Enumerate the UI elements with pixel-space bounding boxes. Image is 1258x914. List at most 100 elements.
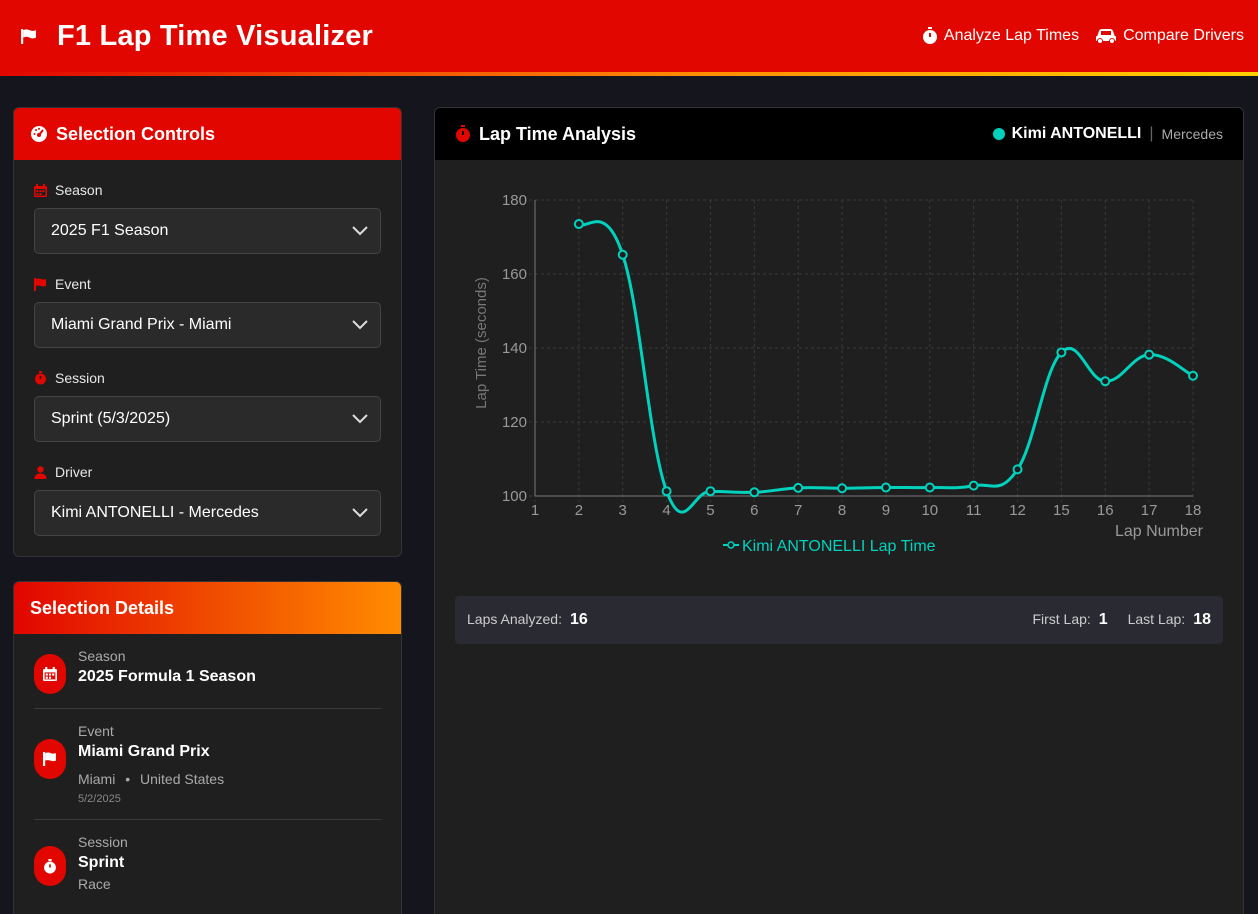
top-nav: Analyze Lap Times Compare Drivers [906,27,1244,45]
event-select[interactable]: Miami Grand Prix - Miami [34,302,381,348]
stopwatch-icon [34,846,66,886]
season-label: Season [55,182,103,198]
lap-time-point [1056,347,1067,358]
detail-event-label: Event [78,723,114,739]
x-tick-label: 2 [575,502,583,519]
season-select-value: 2025 F1 Season [51,222,169,239]
driver-select[interactable]: Kimi ANTONELLI - Mercedes [34,490,381,536]
header-accent-stripe [0,72,1258,76]
detail-event-date: 5/2/2025 [78,793,121,805]
session-label-row: Session [34,368,381,388]
x-tick-label: 5 [706,502,714,519]
driver-separator: | [1149,125,1154,142]
driver-field: Driver Kimi ANTONELLI - Mercedes [14,462,401,536]
x-tick-label: 3 [619,502,627,519]
x-tick-label: 18 [1185,502,1202,519]
x-tick-label: 8 [838,502,846,519]
lap-time-point [617,249,628,260]
x-tick-label: 9 [882,502,890,519]
x-tick-label: 7 [794,502,802,519]
lap-range: First Lap: 1 Last Lap: 18 [1016,611,1211,629]
y-tick-label: 120 [502,414,527,431]
brand: F1 Lap Time Visualizer [20,20,373,53]
stopwatch-icon [35,371,46,385]
driver-label-row: Driver [34,462,381,482]
lap-time-analysis-panel: Lap Time Analysis Kimi ANTONELLI | Merce… [434,107,1244,914]
chart-panel-header: Lap Time Analysis Kimi ANTONELLI | Merce… [435,108,1243,160]
session-field: Session Sprint (5/3/2025) [14,368,401,442]
chart-title-group: Lap Time Analysis [455,124,636,145]
last-lap-value: 18 [1193,611,1211,628]
detail-event: Event Miami Grand Prix Miami • United St… [14,709,401,805]
chevron-down-icon [352,508,368,518]
x-tick-label: 1 [531,502,539,519]
driver-select-value: Kimi ANTONELLI - Mercedes [51,504,259,521]
laps-analyzed-label: Laps Analyzed: [467,611,562,627]
nav-compare-label: Compare Drivers [1123,27,1244,44]
chevron-down-icon [352,320,368,330]
lap-time-point [573,219,584,230]
driver-color-dot [992,128,1005,140]
legend-point-swatch [727,541,735,549]
season-field: Season 2025 F1 Season [14,180,401,254]
lap-time-point [1012,464,1023,475]
lap-time-point [924,482,935,493]
session-select-value: Sprint (5/3/2025) [51,410,171,427]
selection-details-panel: Selection Details Season 2025 Formula 1 … [13,581,402,914]
x-tick-label: 15 [1053,502,1070,519]
car-icon [1096,29,1117,44]
app-title: F1 Lap Time Visualizer [57,19,374,52]
driver-name: Kimi ANTONELLI [1011,125,1142,142]
calendar-icon [34,183,47,197]
lap-time-point [661,486,672,497]
chart-panel-title: Lap Time Analysis [479,123,637,144]
x-tick-label: 10 [921,502,938,519]
flag-icon [34,277,46,291]
x-tick-label: 11 [966,502,982,519]
dashboard-gauge-icon [31,126,47,142]
detail-event-value: Miami Grand Prix [78,743,210,760]
lap-time-series-line [578,220,1194,514]
chevron-down-icon [352,414,368,424]
x-tick-label: 17 [1141,502,1158,519]
x-tick-label: 6 [750,502,758,519]
selection-controls-title: Selection Controls [56,123,216,144]
chevron-down-icon [352,226,368,236]
nav-analyze-lap-times[interactable]: Analyze Lap Times [922,27,1079,45]
flag-icon [21,28,36,44]
nav-compare-drivers[interactable]: Compare Drivers [1095,27,1244,45]
app-header: F1 Lap Time Visualizer Analyze Lap Times… [0,0,1258,72]
lap-time-point [1100,376,1111,387]
season-select[interactable]: 2025 F1 Season [34,208,381,254]
detail-event-city: Miami [78,771,116,787]
nav-analyze-label: Analyze Lap Times [943,27,1080,44]
driver-label: Driver [55,464,93,480]
y-tick-label: 180 [502,192,527,209]
last-lap: Last Lap: 18 [1127,611,1211,628]
session-label: Session [55,370,105,386]
detail-session-value: Sprint [78,854,125,871]
detail-session-label: Session [78,834,128,850]
selection-controls-header: Selection Controls [14,108,401,160]
lap-time-point [749,487,760,498]
selection-controls-panel: Selection Controls Season 2025 F1 Season… [13,107,402,557]
last-lap-label: Last Lap: [1127,611,1186,627]
laps-analyzed: Laps Analyzed: 16 [467,611,588,629]
lap-time-point [1144,349,1155,360]
x-tick-label: 16 [1097,502,1114,519]
driver-tag: Kimi ANTONELLI | Mercedes [992,125,1223,143]
first-lap: First Lap: 1 [1032,611,1107,628]
first-lap-label: First Lap: [1032,611,1091,627]
y-tick-label: 160 [502,266,527,283]
lap-time-chart: 1 2 3 4 5 6 7 8 9 10 11 12 15 16 17 18100120140160180La… [473,192,1204,555]
lap-stats-bar: Laps Analyzed: 16 First Lap: 1 Last Lap: 18 [455,596,1223,644]
event-label: Event [55,276,91,292]
session-select[interactable]: Sprint (5/3/2025) [34,396,381,442]
detail-season-label: Season [78,648,126,664]
event-field: Event Miami Grand Prix - Miami [14,274,401,348]
x-tick-label: 4 [662,502,670,519]
detail-season-value: 2025 Formula 1 Season [78,668,256,685]
selection-details-header: Selection Details [14,582,401,634]
calendar-icon [34,654,66,694]
x-axis-title: Lap Number [1115,523,1204,540]
